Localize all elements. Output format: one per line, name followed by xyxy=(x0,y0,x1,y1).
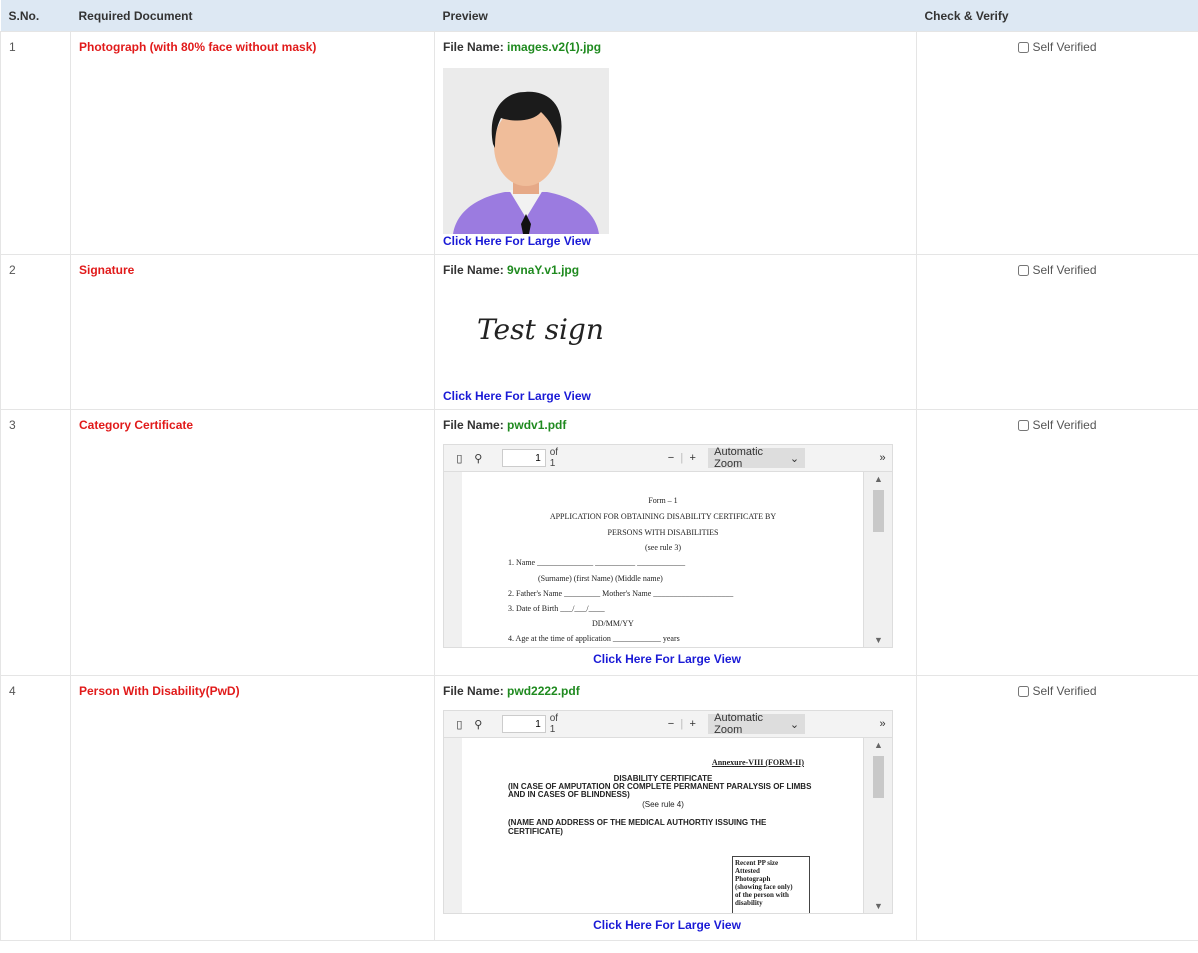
signature-preview-image[interactable]: Test sign xyxy=(443,289,609,373)
page-count: of 1 xyxy=(549,713,559,735)
row-sno: 4 xyxy=(0,675,71,941)
avatar-placeholder-icon xyxy=(443,68,609,234)
row-preview: File Name: images.v2(1).jpg Click Here F… xyxy=(434,31,917,255)
pdf-scrollbar[interactable]: ▲ ▼ xyxy=(863,738,892,913)
large-view-link[interactable]: Click Here For Large View xyxy=(443,234,908,248)
chevron-down-icon: ⌄ xyxy=(789,718,800,731)
signature-text: Test sign xyxy=(477,313,604,346)
zoom-out-icon[interactable]: − xyxy=(662,448,681,468)
row-sno: 2 xyxy=(0,254,71,410)
table-row: 1 Photograph (with 80% face without mask… xyxy=(0,31,1198,255)
pdf-toolbar: ▯ ⚲ of 1 − | + Automatic Zoom⌄ » xyxy=(444,445,892,472)
more-tools-icon[interactable]: » xyxy=(873,448,892,468)
file-name-value: pwdv1.pdf xyxy=(507,418,567,432)
row-preview: File Name: pwd2222.pdf ▯ ⚲ of 1 − | + Au… xyxy=(434,675,917,941)
row-verify: Self Verified xyxy=(916,409,1198,676)
pdf-scrollbar[interactable]: ▲ ▼ xyxy=(863,472,892,647)
large-view-link[interactable]: Click Here For Large View xyxy=(443,652,891,666)
search-icon[interactable]: ⚲ xyxy=(469,714,488,734)
self-verified-checkbox[interactable]: Self Verified xyxy=(1018,40,1097,54)
self-verified-checkbox[interactable]: Self Verified xyxy=(1018,418,1097,432)
zoom-in-icon[interactable]: + xyxy=(683,448,702,468)
pdf-toolbar: ▯ ⚲ of 1 − | + Automatic Zoom⌄ » xyxy=(444,711,892,738)
scroll-down-icon[interactable]: ▼ xyxy=(874,635,883,645)
row-verify: Self Verified xyxy=(916,675,1198,941)
documents-table: S.No. Required Document Preview Check & … xyxy=(0,0,1198,941)
row-verify: Self Verified xyxy=(916,254,1198,410)
self-verified-input[interactable] xyxy=(1018,419,1030,431)
sidebar-toggle-icon[interactable]: ▯ xyxy=(450,448,469,468)
pdf-viewer: ▯ ⚲ of 1 − | + Automatic Zoom⌄ » Annexur… xyxy=(443,710,893,914)
photo-preview-image[interactable] xyxy=(443,68,609,234)
zoom-in-icon[interactable]: + xyxy=(683,714,702,734)
large-view-link[interactable]: Click Here For Large View xyxy=(443,389,908,403)
file-name-value: images.v2(1).jpg xyxy=(507,40,602,54)
file-name-value: 9vnaY.v1.jpg xyxy=(507,263,580,277)
pdf-page: Form – 1 APPLICATION FOR OBTAINING DISAB… xyxy=(462,472,864,647)
self-verified-input[interactable] xyxy=(1018,264,1030,276)
scroll-thumb[interactable] xyxy=(873,756,884,798)
header-required-document: Required Document xyxy=(70,0,435,32)
self-verified-input[interactable] xyxy=(1018,41,1030,53)
table-row: 4 Person With Disability(PwD) File Name:… xyxy=(0,675,1198,941)
photo-placeholder-box: Recent PP size Attested Photograph (show… xyxy=(732,856,810,913)
page-count: of 1 xyxy=(549,447,559,469)
search-icon[interactable]: ⚲ xyxy=(469,448,488,468)
page-number-input[interactable] xyxy=(501,449,546,467)
self-verified-input[interactable] xyxy=(1018,685,1030,697)
row-preview: File Name: pwdv1.pdf ▯ ⚲ of 1 − | + Auto… xyxy=(434,409,917,676)
header-check-verify: Check & Verify xyxy=(916,0,1198,32)
header-sno: S.No. xyxy=(0,0,71,32)
zoom-select[interactable]: Automatic Zoom ⌄ xyxy=(708,712,806,736)
sidebar-toggle-icon[interactable]: ▯ xyxy=(450,714,469,734)
scroll-up-icon[interactable]: ▲ xyxy=(874,740,883,750)
scroll-up-icon[interactable]: ▲ xyxy=(874,474,883,484)
page-number-input[interactable] xyxy=(501,715,546,733)
row-document-name: Category Certificate xyxy=(70,409,435,676)
file-name: File Name: images.v2(1).jpg xyxy=(443,40,602,54)
table-row: 2 Signature File Name: 9vnaY.v1.jpg Test… xyxy=(0,254,1198,410)
scroll-down-icon[interactable]: ▼ xyxy=(874,901,883,911)
file-name-value: pwd2222.pdf xyxy=(507,684,580,698)
row-document-name: Photograph (with 80% face without mask) xyxy=(70,31,435,255)
table-row: 3 Category Certificate File Name: pwdv1.… xyxy=(0,409,1198,676)
pdf-viewer: ▯ ⚲ of 1 − | + Automatic Zoom⌄ » Form – … xyxy=(443,444,893,648)
zoom-select[interactable]: Automatic Zoom ⌄ xyxy=(708,446,806,470)
more-tools-icon[interactable]: » xyxy=(873,714,892,734)
file-name: File Name: pwd2222.pdf xyxy=(443,684,580,698)
large-view-link[interactable]: Click Here For Large View xyxy=(443,918,891,932)
header-preview: Preview xyxy=(434,0,917,32)
row-sno: 3 xyxy=(0,409,71,676)
self-verified-checkbox[interactable]: Self Verified xyxy=(1018,684,1097,698)
zoom-out-icon[interactable]: − xyxy=(662,714,681,734)
pdf-page: Annexure-VIII (FORM-II) DISABILITY CERTI… xyxy=(462,738,864,913)
row-document-name: Signature xyxy=(70,254,435,410)
chevron-down-icon: ⌄ xyxy=(789,452,800,465)
row-verify: Self Verified xyxy=(916,31,1198,255)
self-verified-checkbox[interactable]: Self Verified xyxy=(1018,263,1097,277)
file-name: File Name: pwdv1.pdf xyxy=(443,418,567,432)
row-document-name: Person With Disability(PwD) xyxy=(70,675,435,941)
row-sno: 1 xyxy=(0,31,71,255)
file-name: File Name: 9vnaY.v1.jpg xyxy=(443,263,580,277)
row-preview: File Name: 9vnaY.v1.jpg Test sign Click … xyxy=(434,254,917,410)
scroll-thumb[interactable] xyxy=(873,490,884,532)
table-header-row: S.No. Required Document Preview Check & … xyxy=(0,0,1198,32)
